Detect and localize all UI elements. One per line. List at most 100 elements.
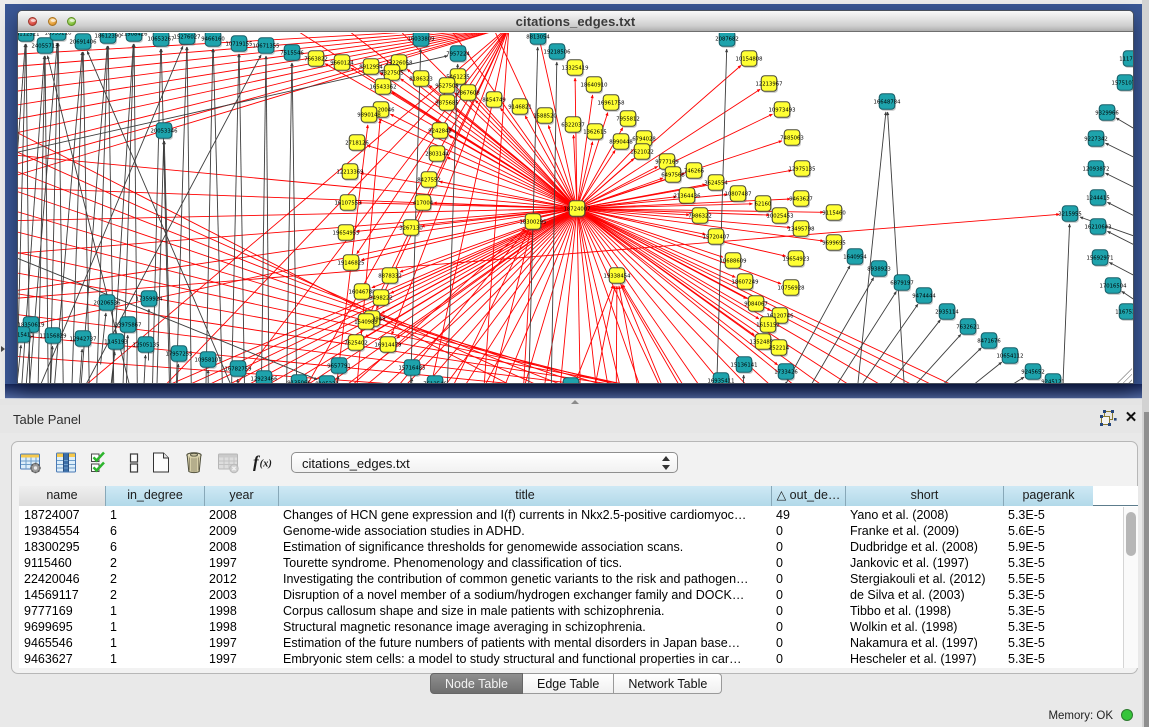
cell-in_degree[interactable]: 2	[105, 587, 204, 603]
column-header-year[interactable]: year	[204, 486, 278, 506]
cell-out_degree[interactable]: 0	[771, 587, 845, 603]
graph-node[interactable]: 16961758	[598, 95, 626, 112]
cell-short[interactable]: Stergiakouli et al. (2012)	[845, 571, 1003, 587]
graph-node[interactable]: 1117265	[1119, 51, 1133, 68]
delete-table-icon[interactable]	[216, 450, 240, 475]
graph-node[interactable]: 1733426	[774, 364, 798, 381]
graph-node[interactable]: 18607249	[732, 274, 759, 291]
function-builder-icon[interactable]: f(x)	[251, 450, 275, 475]
cell-title[interactable]: Estimation of significance thresholds fo…	[278, 539, 771, 555]
cell-pagerank[interactable]: 5.3E-5	[1003, 507, 1093, 523]
cell-short[interactable]: Tibbo et al. (1998)	[845, 603, 1003, 619]
cell-title[interactable]: Changes of HCN gene expression and I(f) …	[278, 507, 771, 523]
graph-edge[interactable]	[95, 46, 107, 384]
network-canvas[interactable]: 1811252124055713169352182069140618612390…	[18, 33, 1133, 384]
graph-node[interactable]: 746266	[684, 163, 705, 180]
cell-short[interactable]: Franke et al. (2009)	[845, 523, 1003, 539]
cell-name[interactable]: 14569117	[19, 587, 105, 603]
graph-edge[interactable]	[1116, 118, 1133, 145]
graph-node[interactable]: 9463627	[789, 191, 813, 208]
table-selector-dropdown[interactable]: citations_edges.txt	[291, 452, 678, 473]
cell-title[interactable]: Embryonic stem cells: a model to study s…	[278, 651, 771, 667]
column-header-title[interactable]: title	[278, 486, 771, 506]
graph-node[interactable]: 2087682	[715, 33, 739, 48]
cell-year[interactable]: 2003	[204, 587, 278, 603]
cell-pagerank[interactable]: 5.3E-5	[1003, 619, 1093, 635]
graph-edge[interactable]	[101, 313, 106, 365]
delete-column-icon[interactable]	[182, 450, 206, 475]
cell-name[interactable]: 18300295	[19, 539, 105, 555]
cell-short[interactable]: Nakamura et al. (1997)	[845, 635, 1003, 651]
tab-edge-table[interactable]: Edge Table	[523, 673, 614, 694]
table-row[interactable]: 1938455462009Genome-wide association stu…	[19, 523, 1138, 539]
graph-node[interactable]: 9466160	[201, 33, 225, 48]
cell-in_degree[interactable]: 1	[105, 507, 204, 523]
graph-node[interactable]: 8454749	[482, 92, 506, 109]
column-header-out_degree[interactable]: △ out_de…	[771, 486, 845, 506]
graph-node[interactable]: 252214	[769, 340, 790, 357]
graph-edge[interactable]	[455, 109, 577, 208]
close-panel-icon[interactable]: ✕	[1123, 409, 1139, 426]
graph-edge[interactable]	[742, 375, 744, 384]
graph-node[interactable]: 6322037	[561, 117, 585, 134]
graph-edge[interactable]	[18, 200, 761, 385]
tab-node-table[interactable]: Node Table	[430, 673, 523, 694]
graph-node[interactable]: 9657791	[327, 358, 351, 375]
cell-year[interactable]: 1997	[204, 635, 278, 651]
graph-edge[interactable]	[577, 209, 761, 385]
cell-pagerank[interactable]: 5.3E-5	[1003, 555, 1093, 571]
cell-year[interactable]: 1997	[204, 651, 278, 667]
graph-node[interactable]: 18612390	[95, 33, 123, 45]
graph-node[interactable]: 13495798	[788, 221, 816, 238]
graph-node[interactable]: 16210643	[1085, 219, 1112, 236]
cell-pagerank[interactable]: 5.3E-5	[1003, 603, 1093, 619]
cell-pagerank[interactable]: 5.5E-5	[1003, 571, 1093, 587]
graph-node[interactable]: 12093872	[1083, 161, 1110, 178]
cell-in_degree[interactable]: 1	[105, 651, 204, 667]
cell-in_degree[interactable]: 6	[105, 539, 204, 555]
cell-pagerank[interactable]: 5.3E-5	[1003, 587, 1093, 603]
cell-out_degree[interactable]: 0	[771, 651, 845, 667]
cell-year[interactable]: 2009	[204, 523, 278, 539]
graph-edge[interactable]	[785, 382, 786, 384]
cell-in_degree[interactable]: 2	[105, 571, 204, 587]
cell-pagerank[interactable]: 5.9E-5	[1003, 539, 1093, 555]
graph-node[interactable]: 8471676	[977, 333, 1001, 350]
cell-year[interactable]: 1998	[204, 619, 278, 635]
table-row[interactable]: 969969511998Structural magnetic resonanc…	[19, 619, 1138, 635]
cell-year[interactable]: 2008	[204, 539, 278, 555]
graph-node[interactable]: 18112521	[18, 33, 39, 43]
tab-network-table[interactable]: Network Table	[614, 673, 722, 694]
table-row[interactable]: 946554611997Estimation of the future num…	[19, 635, 1138, 651]
graph-node[interactable]: 9245652	[1021, 364, 1045, 381]
graph-node[interactable]: 9329966	[1095, 105, 1119, 122]
graph-node[interactable]: 19146825	[338, 255, 365, 272]
graph-edge[interactable]	[556, 285, 613, 384]
cell-out_degree[interactable]: 0	[771, 523, 845, 539]
graph-node[interactable]: 16935411	[708, 373, 735, 384]
table-row[interactable]: 911546021997Tourette syndrome. Phenomeno…	[19, 555, 1138, 571]
graph-edge[interactable]	[853, 112, 886, 384]
network-graph[interactable]: 1811252124055713169352182069140618612390…	[18, 33, 1133, 384]
graph-node[interactable]: 19654923	[783, 251, 810, 268]
graph-edge[interactable]	[1107, 231, 1133, 258]
graph-node[interactable]: 12923466	[251, 371, 279, 384]
cell-year[interactable]: 1997	[204, 555, 278, 571]
cell-title[interactable]: Disruption of a novel member of a sodium…	[278, 587, 771, 603]
new-column-icon[interactable]	[149, 450, 173, 475]
network-window[interactable]: citations_edges.txt 18112521240557131693…	[17, 10, 1134, 384]
cell-name[interactable]: 9115460	[19, 555, 105, 571]
graph-edge[interactable]	[616, 286, 617, 384]
cell-year[interactable]: 1998	[204, 603, 278, 619]
graph-edge[interactable]	[237, 379, 238, 384]
graph-node[interactable]: 7485063	[780, 130, 804, 147]
cell-name[interactable]: 22420046	[19, 571, 105, 587]
cell-name[interactable]: 9465546	[19, 635, 105, 651]
graph-node[interactable]: 2718126	[345, 135, 369, 152]
graph-node[interactable]: 1640954	[843, 249, 867, 266]
cell-short[interactable]: Yano et al. (2008)	[845, 507, 1003, 523]
graph-node[interactable]: 9474444	[912, 288, 936, 305]
graph-node[interactable]: 12213967	[756, 76, 783, 93]
graph-node[interactable]: 15136141	[731, 357, 758, 374]
table-row[interactable]: 946362711997Embryonic stem cells: a mode…	[19, 651, 1138, 667]
